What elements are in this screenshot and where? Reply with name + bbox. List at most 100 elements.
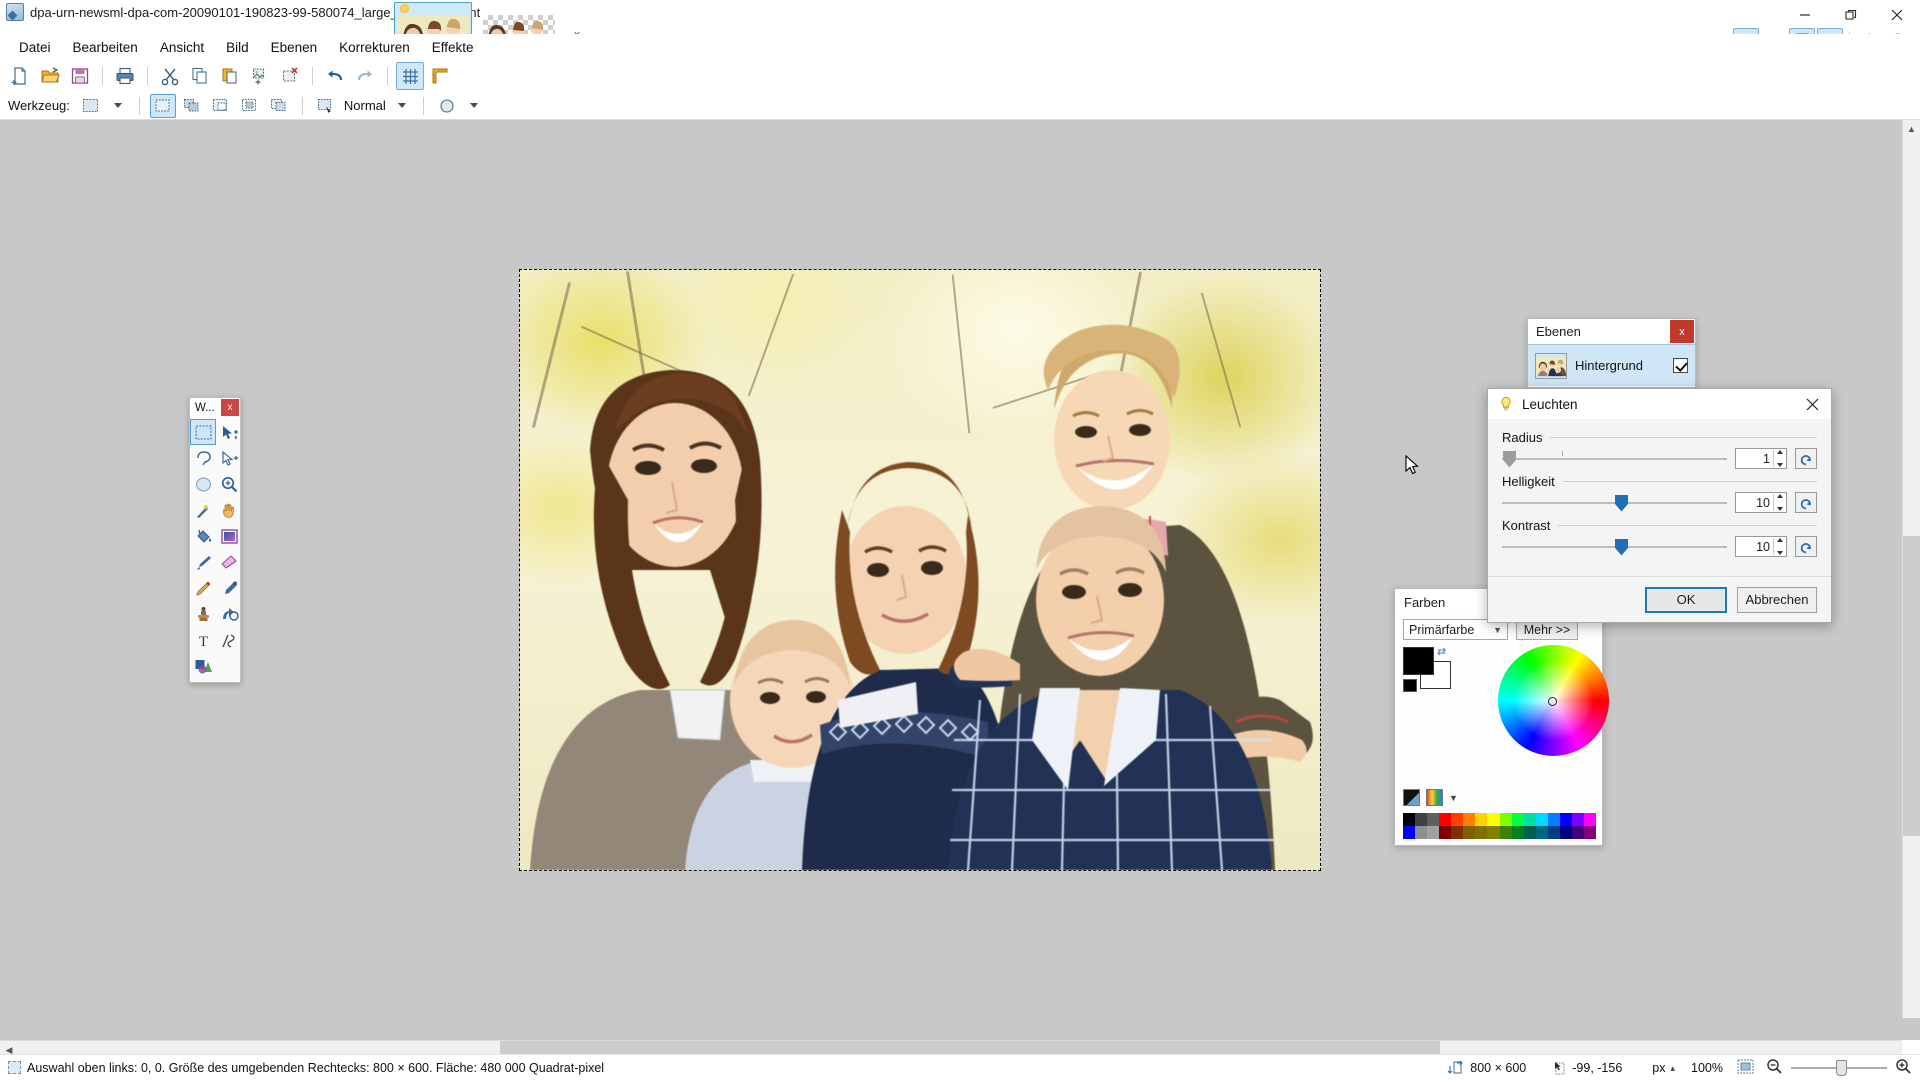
palette-swatch[interactable] <box>1463 813 1476 826</box>
antialias-chevron-icon[interactable] <box>469 103 478 108</box>
redo-button[interactable] <box>351 62 379 90</box>
add-color-icon[interactable] <box>1403 789 1420 806</box>
spinner-arrows[interactable] <box>1773 538 1785 555</box>
color-palette-strip[interactable] <box>1403 813 1596 839</box>
tool-text[interactable]: T <box>190 627 216 653</box>
current-tool-button[interactable] <box>78 94 104 118</box>
swap-colors-icon[interactable]: ⇄ <box>1437 645 1446 658</box>
tool-magic-wand[interactable] <box>190 497 216 523</box>
palette-swatch[interactable] <box>1427 826 1440 839</box>
selection-mode-union[interactable] <box>179 94 205 118</box>
dialog-close-button[interactable] <box>1793 389 1831 419</box>
palette-swatch[interactable] <box>1451 813 1464 826</box>
spinner-up-icon[interactable] <box>1776 538 1783 542</box>
save-button[interactable] <box>66 62 94 90</box>
blend-mode-icon[interactable] <box>313 94 339 118</box>
spinner-arrows[interactable] <box>1773 494 1785 511</box>
fit-to-window-icon[interactable] <box>1737 1059 1754 1077</box>
ok-button[interactable]: OK <box>1645 586 1727 613</box>
vertical-scroll-thumb[interactable] <box>1903 536 1920 836</box>
layers-window-close-button[interactable]: x <box>1670 320 1694 343</box>
menu-datei[interactable]: Datei <box>8 36 62 59</box>
spinner-arrows[interactable] <box>1773 450 1785 467</box>
layer-row[interactable]: Hintergrund <box>1528 344 1695 386</box>
palette-swatch[interactable] <box>1535 826 1548 839</box>
image-canvas[interactable] <box>519 269 1321 871</box>
spinner-up-icon[interactable] <box>1776 450 1783 454</box>
minimize-button[interactable] <box>1782 0 1828 30</box>
radius-reset-button[interactable] <box>1795 448 1817 469</box>
spinner-down-icon[interactable] <box>1776 507 1783 511</box>
layer-visibility-checkbox[interactable] <box>1673 358 1688 373</box>
kontrast-slider[interactable] <box>1502 537 1727 557</box>
palette-swatch[interactable] <box>1451 826 1464 839</box>
palette-swatch[interactable] <box>1547 813 1560 826</box>
palette-swatch[interactable] <box>1499 826 1512 839</box>
undo-button[interactable] <box>321 62 349 90</box>
palette-swatch[interactable] <box>1475 813 1488 826</box>
slider-handle[interactable] <box>1503 450 1516 468</box>
palette-swatch[interactable] <box>1499 813 1512 826</box>
tools-window-close-button[interactable]: x <box>221 399 239 416</box>
palette-swatch[interactable] <box>1475 826 1488 839</box>
palette-swatch[interactable] <box>1583 826 1596 839</box>
primary-color-swatch[interactable] <box>1403 647 1434 675</box>
scroll-up-icon[interactable]: ▲ <box>1903 120 1920 138</box>
radius-spinner[interactable]: 1 <box>1735 448 1787 469</box>
palette-swatch[interactable] <box>1559 826 1572 839</box>
deselect-button[interactable] <box>276 62 304 90</box>
reset-colors-icon[interactable] <box>1403 679 1417 692</box>
palette-swatch[interactable] <box>1571 826 1584 839</box>
pixel-grid-button[interactable] <box>396 62 424 90</box>
spinner-down-icon[interactable] <box>1776 463 1783 467</box>
palette-swatch[interactable] <box>1439 813 1452 826</box>
menu-ansicht[interactable]: Ansicht <box>149 36 215 59</box>
helligkeit-spinner[interactable]: 10 <box>1735 492 1787 513</box>
palette-swatch[interactable] <box>1523 813 1536 826</box>
tool-eraser[interactable] <box>216 549 242 575</box>
zoom-out-icon[interactable] <box>1766 1058 1783 1078</box>
zoom-in-icon[interactable] <box>1895 1058 1912 1078</box>
vertical-scrollbar[interactable]: ▲ <box>1902 120 1920 1018</box>
helligkeit-slider[interactable] <box>1502 493 1727 513</box>
palette-swatch[interactable] <box>1559 813 1572 826</box>
units-caret-icon[interactable]: ▴ <box>1670 1063 1675 1074</box>
tool-clone-stamp[interactable] <box>190 601 216 627</box>
slider-handle[interactable] <box>1615 494 1628 512</box>
rulers-button[interactable] <box>426 62 454 90</box>
menu-ebenen[interactable]: Ebenen <box>260 36 329 59</box>
blend-mode-chevron-icon[interactable] <box>397 103 406 108</box>
palette-swatch[interactable] <box>1463 826 1476 839</box>
tool-rectangle-select[interactable] <box>190 419 216 445</box>
zoom-slider-knob[interactable] <box>1836 1060 1847 1076</box>
palette-swatch[interactable] <box>1487 813 1500 826</box>
menu-effekte[interactable]: Effekte <box>421 36 485 59</box>
helligkeit-reset-button[interactable] <box>1795 492 1817 513</box>
selection-mode-xor[interactable] <box>237 94 263 118</box>
tool-paint-bucket[interactable] <box>190 523 216 549</box>
chevron-down-icon[interactable] <box>113 103 122 108</box>
tool-lasso-select[interactable] <box>190 445 216 471</box>
radius-slider[interactable] <box>1502 449 1727 469</box>
selection-mode-intersect[interactable] <box>266 94 292 118</box>
menu-korrekturen[interactable]: Korrekturen <box>328 36 421 59</box>
kontrast-spinner[interactable]: 10 <box>1735 536 1787 557</box>
new-button[interactable] <box>6 62 34 90</box>
menu-bild[interactable]: Bild <box>215 36 260 59</box>
tool-ellipse-select[interactable] <box>190 471 216 497</box>
crop-to-selection-button[interactable] <box>246 62 274 90</box>
tool-recolor[interactable] <box>216 601 242 627</box>
paste-button[interactable] <box>216 62 244 90</box>
tool-pan[interactable] <box>216 497 242 523</box>
palette-swatch[interactable] <box>1487 826 1500 839</box>
zoom-slider[interactable] <box>1791 1060 1887 1076</box>
palette-swatch[interactable] <box>1439 826 1452 839</box>
palette-swatch[interactable] <box>1511 826 1524 839</box>
tool-paintbrush[interactable] <box>190 549 216 575</box>
tool-gradient[interactable] <box>216 523 242 549</box>
tool-move-selected[interactable] <box>216 419 242 445</box>
copy-button[interactable] <box>186 62 214 90</box>
palette-swatch[interactable] <box>1523 826 1536 839</box>
spinner-up-icon[interactable] <box>1776 494 1783 498</box>
palette-swatch[interactable] <box>1511 813 1524 826</box>
